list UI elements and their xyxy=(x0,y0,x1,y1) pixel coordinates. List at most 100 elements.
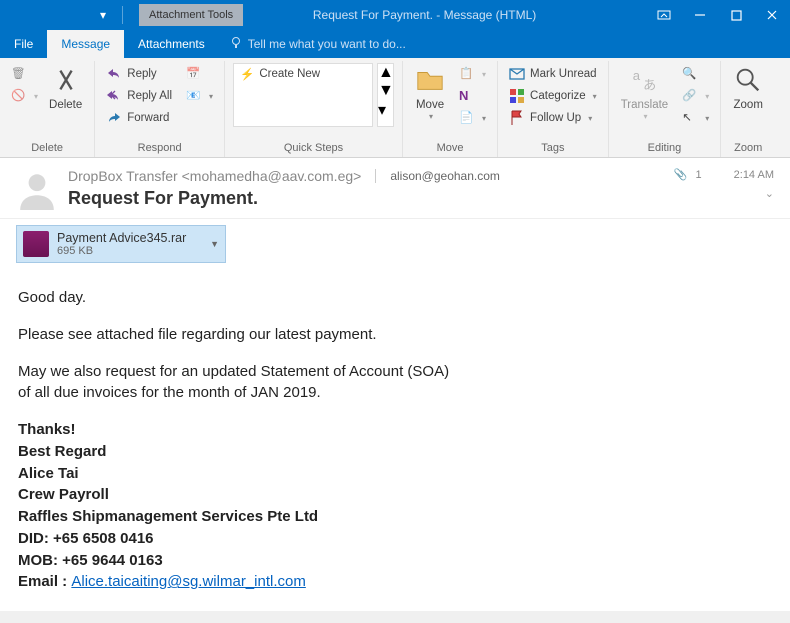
group-label-move: Move xyxy=(409,140,491,157)
signature-line: DID: +65 6508 0416 xyxy=(18,530,154,547)
ribbon-group-editing: aあ Translate ▾ 🔍 🔗▾ ↖▾ Editing xyxy=(609,61,722,157)
ribbon-group-respond: Reply Reply All Forward 📅 📧▾ Respond xyxy=(95,61,225,157)
signature-email-link[interactable]: Alice.taicaiting@sg.wilmar_intl.com xyxy=(71,573,305,590)
reply-all-button[interactable]: Reply All xyxy=(101,85,177,107)
quicksteps-expand[interactable]: ▲▼▾ xyxy=(377,63,394,127)
body-paragraph: May we also request for an updated State… xyxy=(18,361,772,383)
attachment-item[interactable]: Payment Advice345.rar 695 KB ▼ xyxy=(16,225,226,263)
attachment-count: 1 xyxy=(696,169,702,181)
rar-icon xyxy=(23,231,49,257)
more-icon: 📧 xyxy=(186,88,202,104)
attachments-bar: Payment Advice345.rar 695 KB ▼ xyxy=(0,219,790,273)
paperclip-icon: 📎 xyxy=(674,168,688,181)
window-title: Request For Payment. - Message (HTML) xyxy=(243,8,646,22)
reply-icon xyxy=(106,66,122,82)
svg-text:あ: あ xyxy=(644,77,657,92)
pointer-icon: ↖ xyxy=(682,110,698,126)
sender-avatar xyxy=(16,168,58,210)
quick-access-toolbar: ▾ xyxy=(0,2,133,28)
attachment-size: 695 KB xyxy=(57,245,186,257)
move-button[interactable]: Move ▾ xyxy=(409,63,451,123)
junk-button[interactable]: 🚫▾ xyxy=(6,85,43,107)
attachment-filename: Payment Advice345.rar xyxy=(57,231,186,245)
maximize-button[interactable] xyxy=(718,0,754,30)
forward-button[interactable]: Forward xyxy=(101,107,177,129)
ignore-button[interactable]: 🗑 xyxy=(6,63,43,85)
quicksteps-gallery[interactable]: ⚡Create New xyxy=(233,63,373,127)
ribbon: 🗑 🚫▾ Delete Delete Reply Reply All Forwa… xyxy=(0,58,790,158)
window-controls xyxy=(646,0,790,30)
undo-button[interactable] xyxy=(34,2,60,28)
reply-all-icon xyxy=(106,88,122,104)
meeting-button[interactable]: 📅 xyxy=(181,63,218,85)
folder-move-icon xyxy=(415,65,445,95)
more-respond-button[interactable]: 📧▾ xyxy=(181,85,218,107)
signature-line: Alice Tai xyxy=(18,465,79,482)
related-button[interactable]: 🔗▾ xyxy=(677,85,714,107)
divider xyxy=(375,169,376,183)
minimize-button[interactable] xyxy=(682,0,718,30)
tab-attachments[interactable]: Attachments xyxy=(124,30,219,58)
header-meta: 📎 1 2:14 AM ⌄ xyxy=(674,168,774,200)
mark-unread-button[interactable]: Mark Unread xyxy=(504,63,602,85)
tab-file[interactable]: File xyxy=(0,30,47,58)
actions-icon: 📄 xyxy=(459,110,475,126)
group-label-respond: Respond xyxy=(101,140,218,157)
signature-email-label: Email : xyxy=(18,573,71,590)
delete-button[interactable]: Delete xyxy=(43,63,88,114)
zoom-icon xyxy=(733,65,763,95)
find-button[interactable]: 🔍 xyxy=(677,63,714,85)
close-button[interactable] xyxy=(754,0,790,30)
onenote-icon: N xyxy=(459,88,475,104)
svg-text:a: a xyxy=(633,68,641,83)
redo-button[interactable] xyxy=(62,2,88,28)
ribbon-tabs: File Message Attachments Tell me what yo… xyxy=(0,30,790,58)
body-paragraph: of all due invoices for the month of JAN… xyxy=(18,382,772,404)
onenote-button[interactable]: N xyxy=(454,85,491,107)
envelope-icon xyxy=(509,66,525,82)
qat-customize-button[interactable]: ▾ xyxy=(90,2,116,28)
follow-up-button[interactable]: Follow Up▾ xyxy=(504,107,602,129)
translate-icon: aあ xyxy=(629,65,659,95)
reply-button[interactable]: Reply xyxy=(101,63,177,85)
ribbon-display-button[interactable] xyxy=(646,0,682,30)
zoom-button[interactable]: Zoom xyxy=(727,63,769,114)
signature-line: Raffles Shipmanagement Services Pte Ltd xyxy=(18,508,318,525)
lightning-icon: ⚡ xyxy=(240,67,254,81)
tell-me-search[interactable]: Tell me what you want to do... xyxy=(219,30,416,58)
message-header: DropBox Transfer <mohamedha@aav.com.eg> … xyxy=(0,158,790,219)
rules-button[interactable]: 📋▾ xyxy=(454,63,491,85)
group-label-zoom: Zoom xyxy=(727,140,769,157)
select-button[interactable]: ↖▾ xyxy=(677,107,714,129)
ribbon-group-delete: 🗑 🚫▾ Delete Delete xyxy=(0,61,95,157)
context-tab-attachment-tools[interactable]: Attachment Tools xyxy=(139,4,243,26)
ribbon-group-move: Move ▾ 📋▾ N 📄▾ Move xyxy=(403,61,498,157)
to-field: alison@geohan.com xyxy=(390,169,500,183)
categorize-button[interactable]: Categorize▾ xyxy=(504,85,602,107)
tell-me-placeholder: Tell me what you want to do... xyxy=(248,37,406,51)
expand-header-button[interactable]: ⌄ xyxy=(765,187,774,200)
related-icon: 🔗 xyxy=(682,88,698,104)
save-button[interactable] xyxy=(6,2,32,28)
body-paragraph: Good day. xyxy=(18,287,772,309)
group-label-quicksteps: Quick Steps xyxy=(231,140,396,157)
categorize-icon xyxy=(509,88,525,104)
search-icon: 🔍 xyxy=(682,66,698,82)
header-info: DropBox Transfer <mohamedha@aav.com.eg> … xyxy=(68,168,664,209)
tab-message[interactable]: Message xyxy=(47,30,124,58)
junk-icon: 🚫 xyxy=(11,88,27,104)
lightbulb-icon xyxy=(229,36,243,53)
message-body: Good day. Please see attached file regar… xyxy=(0,273,790,611)
titlebar: ▾ Attachment Tools Request For Payment. … xyxy=(0,0,790,30)
ribbon-group-tags: Mark Unread Categorize▾ Follow Up▾ Tags xyxy=(498,61,609,157)
actions-button[interactable]: 📄▾ xyxy=(454,107,491,129)
rules-icon: 📋 xyxy=(459,66,475,82)
divider xyxy=(122,6,123,24)
ribbon-group-quicksteps: ⚡Create New ▲▼▾ Quick Steps xyxy=(225,61,403,157)
group-label-tags: Tags xyxy=(504,140,602,157)
chevron-down-icon: ▾ xyxy=(100,8,106,22)
signature-line: Best Regard xyxy=(18,443,106,460)
translate-button[interactable]: aあ Translate ▾ xyxy=(615,63,675,123)
attachment-dropdown[interactable]: ▼ xyxy=(210,239,219,249)
meeting-icon: 📅 xyxy=(186,66,202,82)
